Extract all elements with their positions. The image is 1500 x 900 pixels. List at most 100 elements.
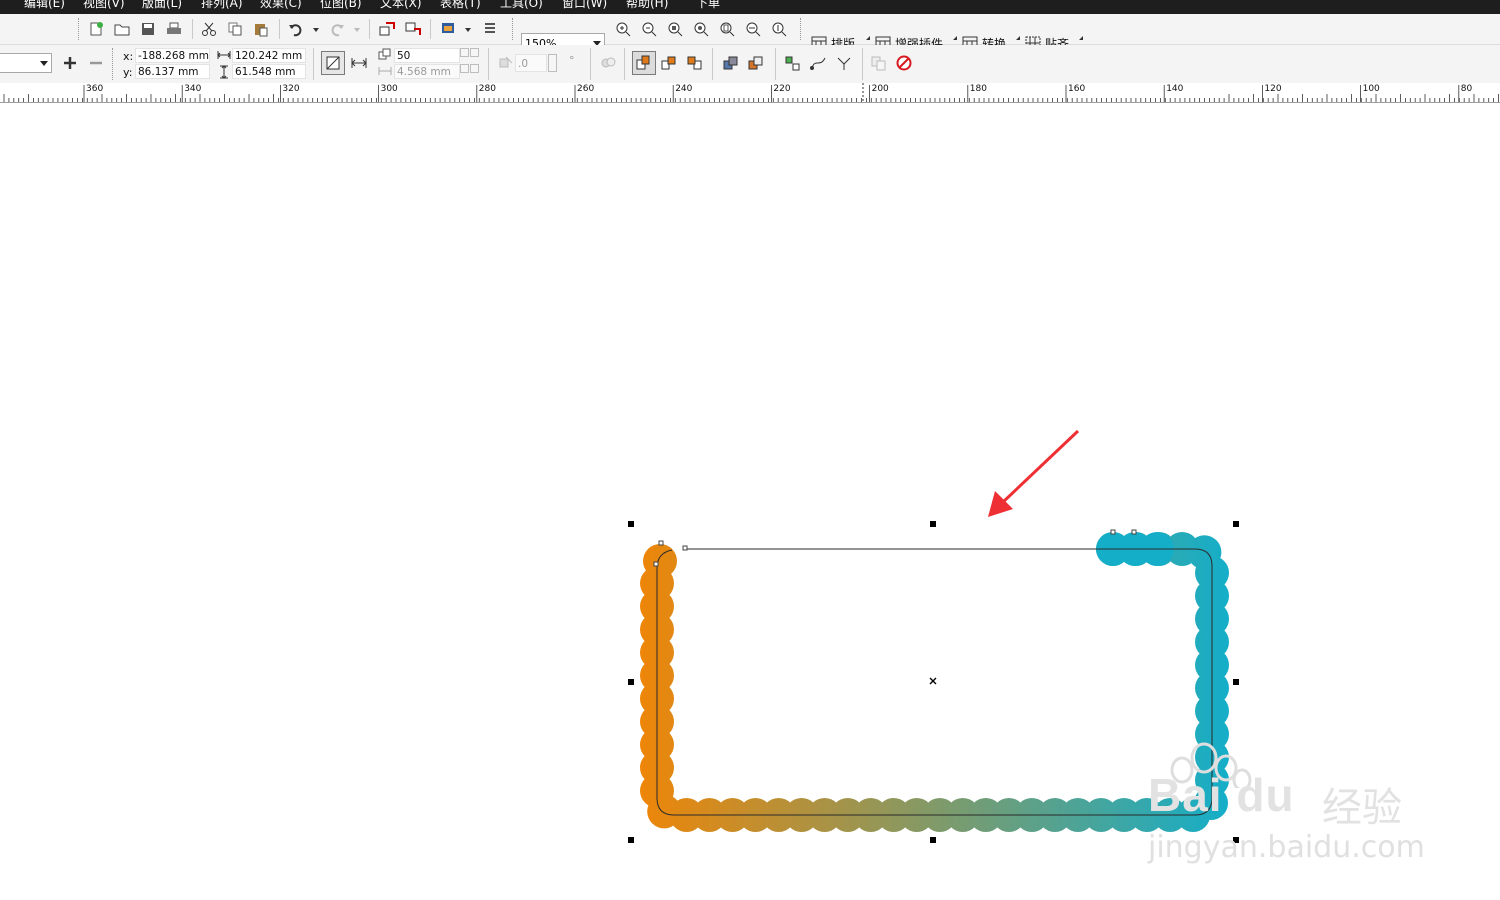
separator: [369, 19, 370, 39]
blend-steps-icon: [378, 48, 391, 60]
separator: [624, 48, 625, 80]
redo-dropdown-icon[interactable]: [353, 26, 361, 34]
y-label: y:: [123, 66, 133, 79]
object-color-acceleration-icon[interactable]: [722, 55, 740, 71]
zoom-out-icon[interactable]: [641, 21, 657, 37]
menu-effects[interactable]: 效果(C): [260, 0, 302, 11]
menu-text[interactable]: 文本(X): [380, 0, 422, 11]
end-node[interactable]: [1131, 529, 1137, 535]
steps-spinner-down[interactable]: [460, 48, 469, 57]
blend-direction-field[interactable]: .0: [515, 54, 547, 72]
direct-blend-button[interactable]: [632, 51, 656, 75]
zoom-in-icon[interactable]: [615, 21, 631, 37]
ruler-label: 280: [478, 84, 496, 94]
undo-dropdown-icon[interactable]: [312, 26, 320, 34]
open-folder-icon[interactable]: [114, 21, 130, 37]
blend-path-icon: [326, 56, 340, 70]
start-end-properties-icon[interactable]: [784, 55, 802, 71]
loop-blend-icon[interactable]: [600, 55, 616, 71]
menu-bitmaps[interactable]: 位图(B): [320, 0, 362, 11]
zoom-page-icon[interactable]: [719, 21, 735, 37]
path-properties-icon[interactable]: [810, 55, 828, 71]
ruler-label: 140: [1166, 84, 1184, 94]
ruler-label: 220: [773, 84, 791, 94]
ruler-label: 200: [871, 84, 889, 94]
y-position-field[interactable]: 86.137 mm: [135, 64, 210, 79]
annotation-arrow: [988, 429, 1080, 517]
separator: [590, 48, 591, 80]
menu-layout[interactable]: 版面(L): [142, 0, 182, 11]
clockwise-blend-icon[interactable]: [660, 55, 678, 71]
height-field[interactable]: 61.548 mm: [232, 64, 306, 79]
ruler-label: 240: [675, 84, 693, 94]
remove-preset-icon[interactable]: [88, 55, 104, 71]
handle-top-right[interactable]: [1233, 521, 1239, 527]
new-document-icon[interactable]: [88, 21, 104, 37]
preset-select[interactable]: [0, 53, 52, 73]
add-preset-icon[interactable]: [62, 55, 78, 71]
zoom-page-height-icon[interactable]: [771, 21, 787, 37]
handle-middle-right[interactable]: [1233, 679, 1239, 685]
direction-spinner[interactable]: [548, 54, 557, 72]
menu-arrange[interactable]: 排列(A): [201, 0, 243, 11]
copy-icon[interactable]: [227, 21, 243, 37]
end-node[interactable]: [1110, 529, 1116, 535]
width-field[interactable]: 120.242 mm: [232, 48, 306, 63]
center-mark-icon[interactable]: [929, 677, 937, 685]
spacing-icon: [378, 67, 392, 75]
launcher-dropdown-icon[interactable]: [464, 26, 472, 34]
separator: [488, 48, 489, 80]
path-node[interactable]: [653, 561, 659, 567]
handle-top-middle[interactable]: [930, 521, 936, 527]
paste-icon[interactable]: [253, 21, 269, 37]
export-icon[interactable]: [404, 21, 422, 37]
object-to-path-button[interactable]: [321, 51, 345, 75]
import-icon[interactable]: [378, 21, 396, 37]
blend-acceleration-icon[interactable]: [747, 55, 765, 71]
ruler-label: 80: [1460, 84, 1473, 94]
spacing-spinner-up[interactable]: [470, 64, 479, 73]
menu-order[interactable]: 下单: [696, 0, 720, 11]
redo-icon[interactable]: [329, 21, 345, 37]
cut-icon[interactable]: [201, 21, 217, 37]
menu-table[interactable]: 表格(T): [440, 0, 481, 11]
blend-spacing-field[interactable]: 4.568 mm: [394, 64, 460, 79]
start-node[interactable]: [658, 540, 664, 546]
menu-window[interactable]: 窗口(W): [562, 0, 607, 11]
horizontal-ruler[interactable]: 360 340 320 300 280 260 240 220 200 180 160 140 120 1…: [0, 83, 1500, 103]
clear-blend-icon[interactable]: [896, 55, 912, 71]
handle-bottom-left[interactable]: [628, 837, 634, 843]
ruler-label: 100: [1362, 84, 1380, 94]
path-node[interactable]: [682, 545, 688, 551]
watermark-brand: 经验: [1322, 785, 1402, 831]
blend-steps-field[interactable]: 50: [394, 48, 460, 63]
flyout-corner-icon: [866, 36, 870, 40]
handle-bottom-middle[interactable]: [930, 837, 936, 843]
blend-spacing-icon[interactable]: [351, 56, 367, 70]
zoom-all-objects-icon[interactable]: [693, 21, 709, 37]
options-list-icon[interactable]: [482, 21, 498, 37]
print-icon[interactable]: [166, 21, 182, 37]
spacing-spinner-down[interactable]: [460, 64, 469, 73]
ruler-label: 180: [969, 84, 987, 94]
handle-top-left[interactable]: [628, 521, 634, 527]
menu-edit[interactable]: 编辑(E): [24, 0, 65, 11]
undo-icon[interactable]: [288, 21, 304, 37]
chevron-down-icon[interactable]: [40, 61, 48, 66]
save-icon[interactable]: [140, 21, 156, 37]
zoom-page-width-icon[interactable]: [745, 21, 761, 37]
steps-spinner-up[interactable]: [470, 48, 479, 57]
menu-tools[interactable]: 工具(O): [500, 0, 543, 11]
counterclockwise-blend-icon[interactable]: [686, 55, 704, 71]
x-position-field[interactable]: -188.268 mm: [135, 48, 210, 63]
ruler-label: 360: [86, 84, 104, 94]
zoom-selected-icon[interactable]: [667, 21, 683, 37]
more-blend-options-icon[interactable]: [836, 55, 854, 71]
menu-help[interactable]: 帮助(H): [626, 0, 668, 11]
application-launcher-icon[interactable]: [440, 21, 458, 37]
menu-view[interactable]: 视图(V): [83, 0, 125, 11]
copy-blend-properties-icon[interactable]: [870, 55, 888, 71]
handle-middle-left[interactable]: [628, 679, 634, 685]
flyout-corner-icon: [1079, 36, 1083, 40]
flyout-corner-icon: [1016, 36, 1020, 40]
